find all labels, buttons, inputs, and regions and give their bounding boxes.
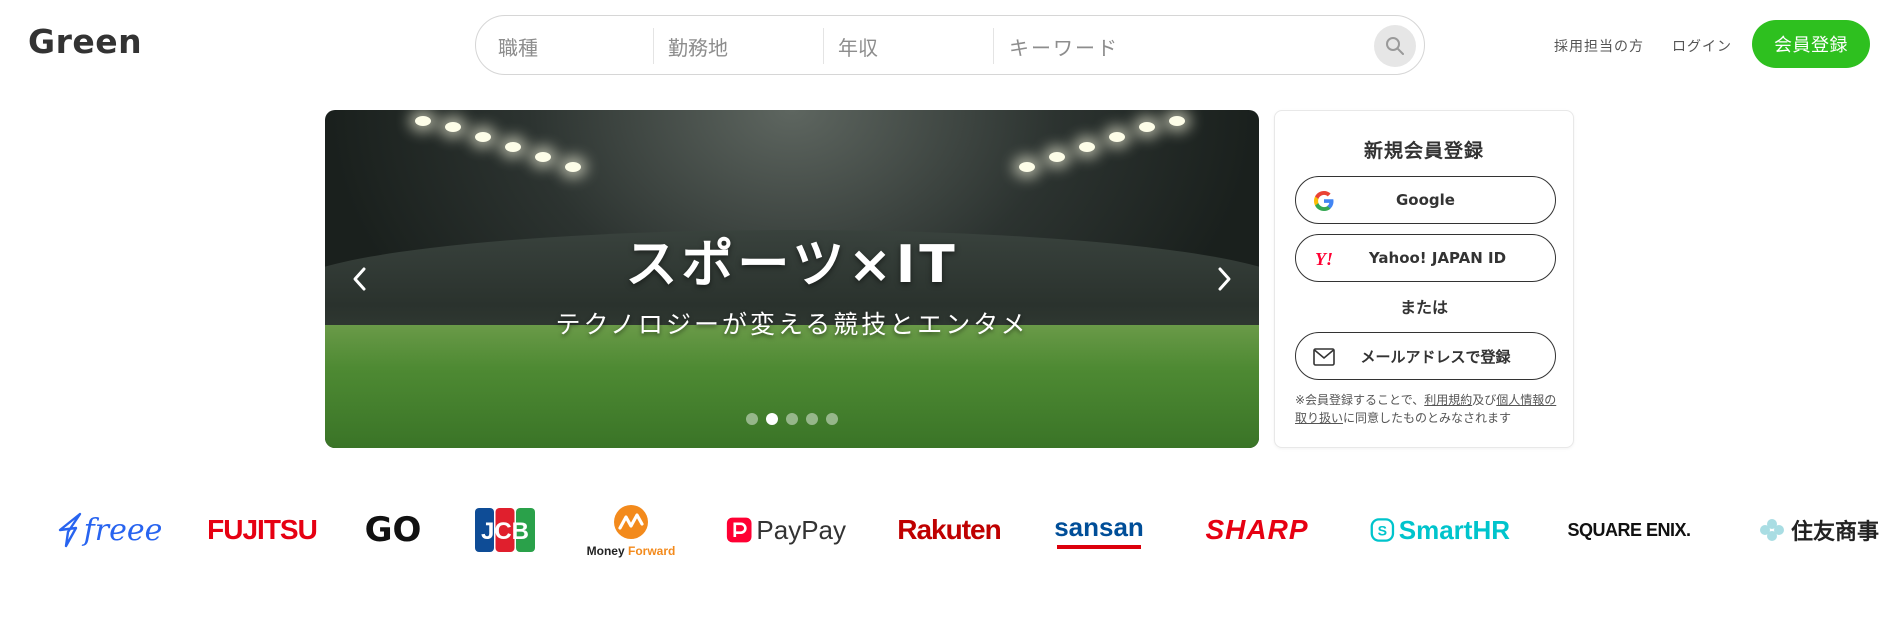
hero-carousel[interactable]: スポーツ×IT テクノロジーが変える競技とエンタメ bbox=[325, 110, 1259, 448]
freee-bird-icon bbox=[58, 512, 81, 548]
banner-title: スポーツ×IT bbox=[625, 235, 959, 295]
svg-text:S: S bbox=[1378, 522, 1387, 538]
register-button-label: 会員登録 bbox=[1774, 35, 1848, 56]
paypay-logo-text: PayPay bbox=[756, 514, 846, 545]
location-select[interactable]: 勤務地 bbox=[668, 28, 824, 64]
fujitsu-logo[interactable]: FUJITSU bbox=[207, 495, 318, 565]
stadium-light bbox=[1169, 116, 1185, 126]
login-link[interactable]: ログイン bbox=[1672, 36, 1732, 56]
squareenix-logo-text: SQUARE ENIX. bbox=[1567, 519, 1691, 540]
site-header: Green 職種 勤務地 年収 キーワード 採用担当の方 ログイン 会員登録 bbox=[0, 0, 1897, 94]
jcb-logo[interactable]: JCB bbox=[474, 495, 536, 565]
stadium-light bbox=[1139, 122, 1155, 132]
moneyforward-text-money: Money bbox=[586, 544, 625, 558]
carousel-next-button[interactable] bbox=[1209, 260, 1239, 298]
carousel-dot[interactable] bbox=[746, 413, 758, 425]
or-divider: または bbox=[1399, 298, 1448, 317]
stadium-light bbox=[1019, 162, 1035, 172]
paypay-logo[interactable]: PayPay bbox=[726, 495, 846, 565]
rakuten-logo[interactable]: Rakuten bbox=[893, 495, 1005, 565]
sansan-underline bbox=[1057, 544, 1141, 549]
occupation-placeholder: 職種 bbox=[498, 35, 538, 60]
occupation-select[interactable]: 職種 bbox=[498, 28, 654, 64]
sumitomo-mark-icon bbox=[1759, 519, 1784, 541]
yahoo-icon: Y! bbox=[1315, 248, 1333, 269]
terms-notice: ※会員登録することで、利用規約及び個人情報の取り扱いに同意したものとみなされます bbox=[1295, 391, 1561, 427]
stadium-light bbox=[445, 122, 461, 132]
chevron-right-icon bbox=[1218, 267, 1231, 291]
logo-text: Green bbox=[28, 22, 143, 61]
google-signup-label: Google bbox=[1396, 191, 1455, 209]
carousel-dot[interactable] bbox=[826, 413, 838, 425]
carousel-dot[interactable] bbox=[766, 413, 778, 425]
stadium-light bbox=[505, 142, 521, 152]
stadium-light bbox=[1079, 142, 1095, 152]
search-bar: 職種 勤務地 年収 キーワード bbox=[475, 15, 1425, 75]
go-logo[interactable]: GO bbox=[360, 495, 426, 565]
freee-logo-text: freee bbox=[83, 512, 163, 548]
smarthr-logo[interactable]: S SmartHR bbox=[1370, 495, 1510, 565]
stadium-light bbox=[475, 132, 491, 142]
email-signup-button[interactable]: メールアドレスで登録 bbox=[1295, 332, 1556, 380]
smarthr-logo-text: SmartHR bbox=[1398, 514, 1510, 545]
banner-subtitle: テクノロジーが変える競技とエンタメ bbox=[555, 310, 1029, 339]
sharp-logo-text: SHARP bbox=[1205, 514, 1309, 545]
location-placeholder: 勤務地 bbox=[668, 35, 728, 60]
carousel-prev-button[interactable] bbox=[345, 260, 375, 298]
jcb-logo-text: JCB bbox=[481, 518, 529, 545]
terms-link[interactable]: 利用規約 bbox=[1424, 393, 1472, 407]
rakuten-logo-text: Rakuten bbox=[897, 514, 1001, 545]
register-button[interactable]: 会員登録 bbox=[1752, 20, 1870, 68]
salary-select[interactable]: 年収 bbox=[838, 28, 994, 64]
chevron-left-icon bbox=[353, 267, 366, 291]
mail-icon bbox=[1312, 345, 1336, 369]
stadium-light bbox=[1109, 132, 1125, 142]
company-logo-strip: freee FUJITSU GO JCB Money Forward PayPa… bbox=[0, 495, 1897, 565]
signup-panel: 新規会員登録 Google Y! Yahoo! JAPAN ID または メール… bbox=[1274, 110, 1574, 448]
google-signup-button[interactable]: Google bbox=[1295, 176, 1556, 224]
salary-placeholder: 年収 bbox=[838, 35, 878, 60]
stadium-light bbox=[565, 162, 581, 172]
terms-suffix: に同意したものとみなされます bbox=[1343, 411, 1512, 425]
stadium-pitch bbox=[325, 325, 1259, 448]
smarthr-mark-icon: S bbox=[1370, 518, 1395, 542]
sumitomo-logo-text: 住友商事 bbox=[1790, 520, 1879, 545]
keyword-input[interactable]: キーワード bbox=[1009, 28, 1309, 64]
keyword-placeholder: キーワード bbox=[1009, 35, 1119, 60]
google-icon bbox=[1312, 189, 1336, 213]
sumitomo-logo[interactable]: 住友商事 bbox=[1748, 495, 1890, 565]
paypay-mark-icon bbox=[726, 517, 752, 543]
signup-title: 新規会員登録 bbox=[1363, 140, 1484, 162]
carousel-dot[interactable] bbox=[806, 413, 818, 425]
sansan-logo[interactable]: sansan bbox=[1054, 495, 1144, 565]
recruiter-link[interactable]: 採用担当の方 bbox=[1554, 36, 1644, 56]
stadium-light bbox=[415, 116, 431, 126]
fujitsu-logo-text: FUJITSU bbox=[207, 514, 318, 545]
stadium-light bbox=[535, 152, 551, 162]
freee-logo[interactable]: freee bbox=[52, 495, 164, 565]
carousel-dot[interactable] bbox=[786, 413, 798, 425]
yahoo-signup-button[interactable]: Y! Yahoo! JAPAN ID bbox=[1295, 234, 1556, 282]
go-logo-text: GO bbox=[364, 510, 422, 550]
squareenix-logo[interactable]: SQUARE ENIX. bbox=[1558, 495, 1700, 565]
sharp-logo[interactable]: SHARP bbox=[1192, 495, 1322, 565]
moneyforward-logo[interactable]: Money Forward bbox=[583, 495, 679, 565]
search-icon bbox=[1386, 37, 1404, 55]
email-signup-label: メールアドレスで登録 bbox=[1360, 347, 1511, 366]
green-logo[interactable]: Green bbox=[28, 22, 142, 61]
yahoo-signup-label: Yahoo! JAPAN ID bbox=[1368, 249, 1507, 267]
search-button[interactable] bbox=[1374, 25, 1416, 67]
terms-and: 及び bbox=[1472, 393, 1497, 407]
moneyforward-text-forward: Forward bbox=[628, 544, 676, 558]
terms-prefix: ※会員登録することで、 bbox=[1295, 393, 1425, 407]
sansan-logo-text: sansan bbox=[1054, 511, 1144, 542]
moneyforward-mark-icon bbox=[614, 505, 648, 539]
carousel-dots bbox=[746, 413, 838, 425]
stadium-light bbox=[1049, 152, 1065, 162]
